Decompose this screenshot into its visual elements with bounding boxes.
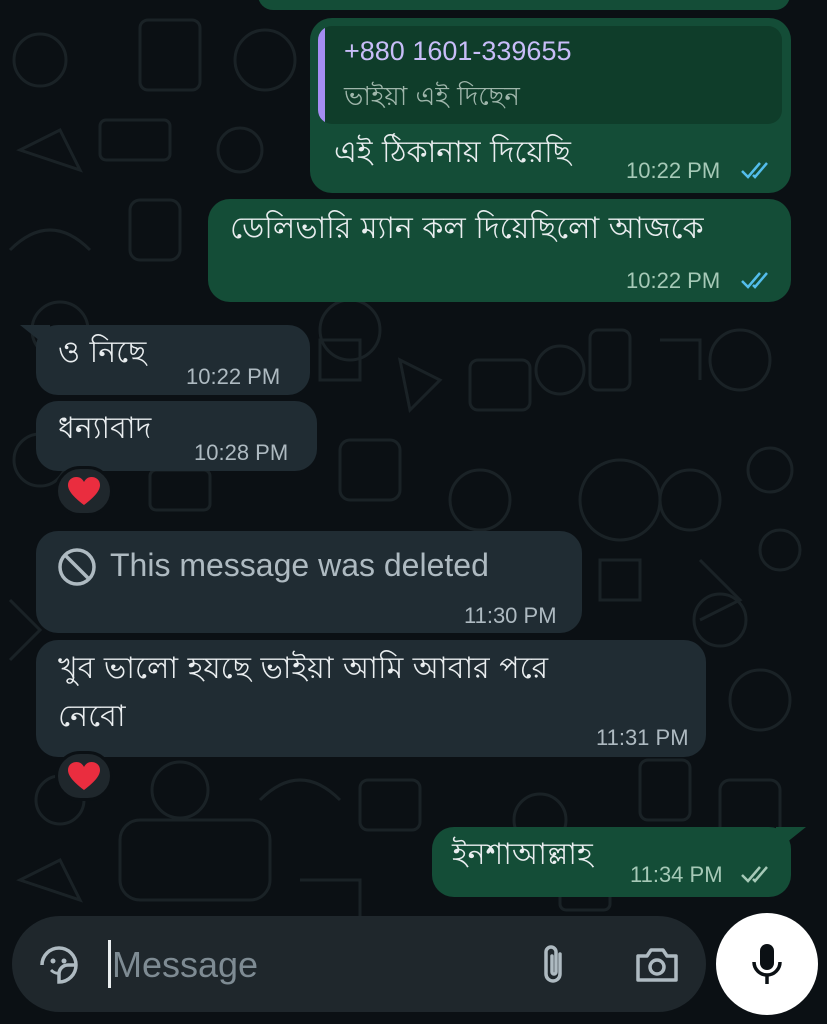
- message-text: ধন্যাবাদ: [58, 411, 152, 446]
- deleted-ban-icon: [58, 548, 96, 586]
- message-text-line-2: নেবো: [58, 699, 126, 734]
- delivered-ticks-icon: [741, 866, 768, 883]
- message-time: 11:34 PM: [630, 862, 723, 887]
- message-text-line-1: খুব ভালো হযছে ভাইয়া আমি আবার পরে: [58, 651, 549, 686]
- message-text: ডেলিভারি ম্যান কল দিয়েছিলো আজকে: [230, 211, 704, 246]
- heart-icon: [68, 762, 100, 790]
- message-text: এই ঠিকানায় দিয়েছি: [334, 135, 571, 170]
- quote-accent-bar: [318, 26, 325, 124]
- heart-reaction[interactable]: [55, 751, 113, 801]
- microphone-icon: [752, 944, 782, 984]
- heart-icon: [68, 477, 100, 505]
- message-composer[interactable]: [12, 916, 706, 1012]
- attach-paperclip-icon[interactable]: [538, 944, 572, 986]
- deleted-message-text: This message was deleted: [110, 547, 489, 583]
- message-text: ও নিছে: [58, 335, 147, 370]
- camera-icon[interactable]: [634, 944, 680, 986]
- message-time: 11:31 PM: [596, 725, 689, 750]
- bubble-tail: [20, 325, 50, 349]
- bubble-tail: [776, 827, 806, 851]
- message-time: 11:30 PM: [464, 603, 557, 628]
- message-time: 10:22 PM: [186, 364, 281, 389]
- message-input[interactable]: [110, 936, 504, 994]
- quoted-sender: +880 1601-339655: [344, 36, 572, 66]
- read-ticks-icon: [741, 272, 768, 289]
- heart-reaction[interactable]: [55, 466, 113, 516]
- quoted-message[interactable]: +880 1601-339655 ভাইয়া এই দিছেন: [318, 26, 782, 124]
- message-time: 10:22 PM: [626, 158, 721, 183]
- read-ticks-icon: [741, 162, 768, 179]
- message-time: 10:22 PM: [626, 268, 721, 293]
- voice-record-button[interactable]: [716, 913, 818, 1015]
- quoted-text: ভাইয়া এই দিছেন: [344, 82, 520, 112]
- message-text: ইনশাআল্লাহ: [452, 837, 593, 872]
- previous-message-bubble: [258, 0, 790, 10]
- message-time: 10:28 PM: [194, 440, 289, 465]
- sticker-icon[interactable]: [38, 944, 80, 986]
